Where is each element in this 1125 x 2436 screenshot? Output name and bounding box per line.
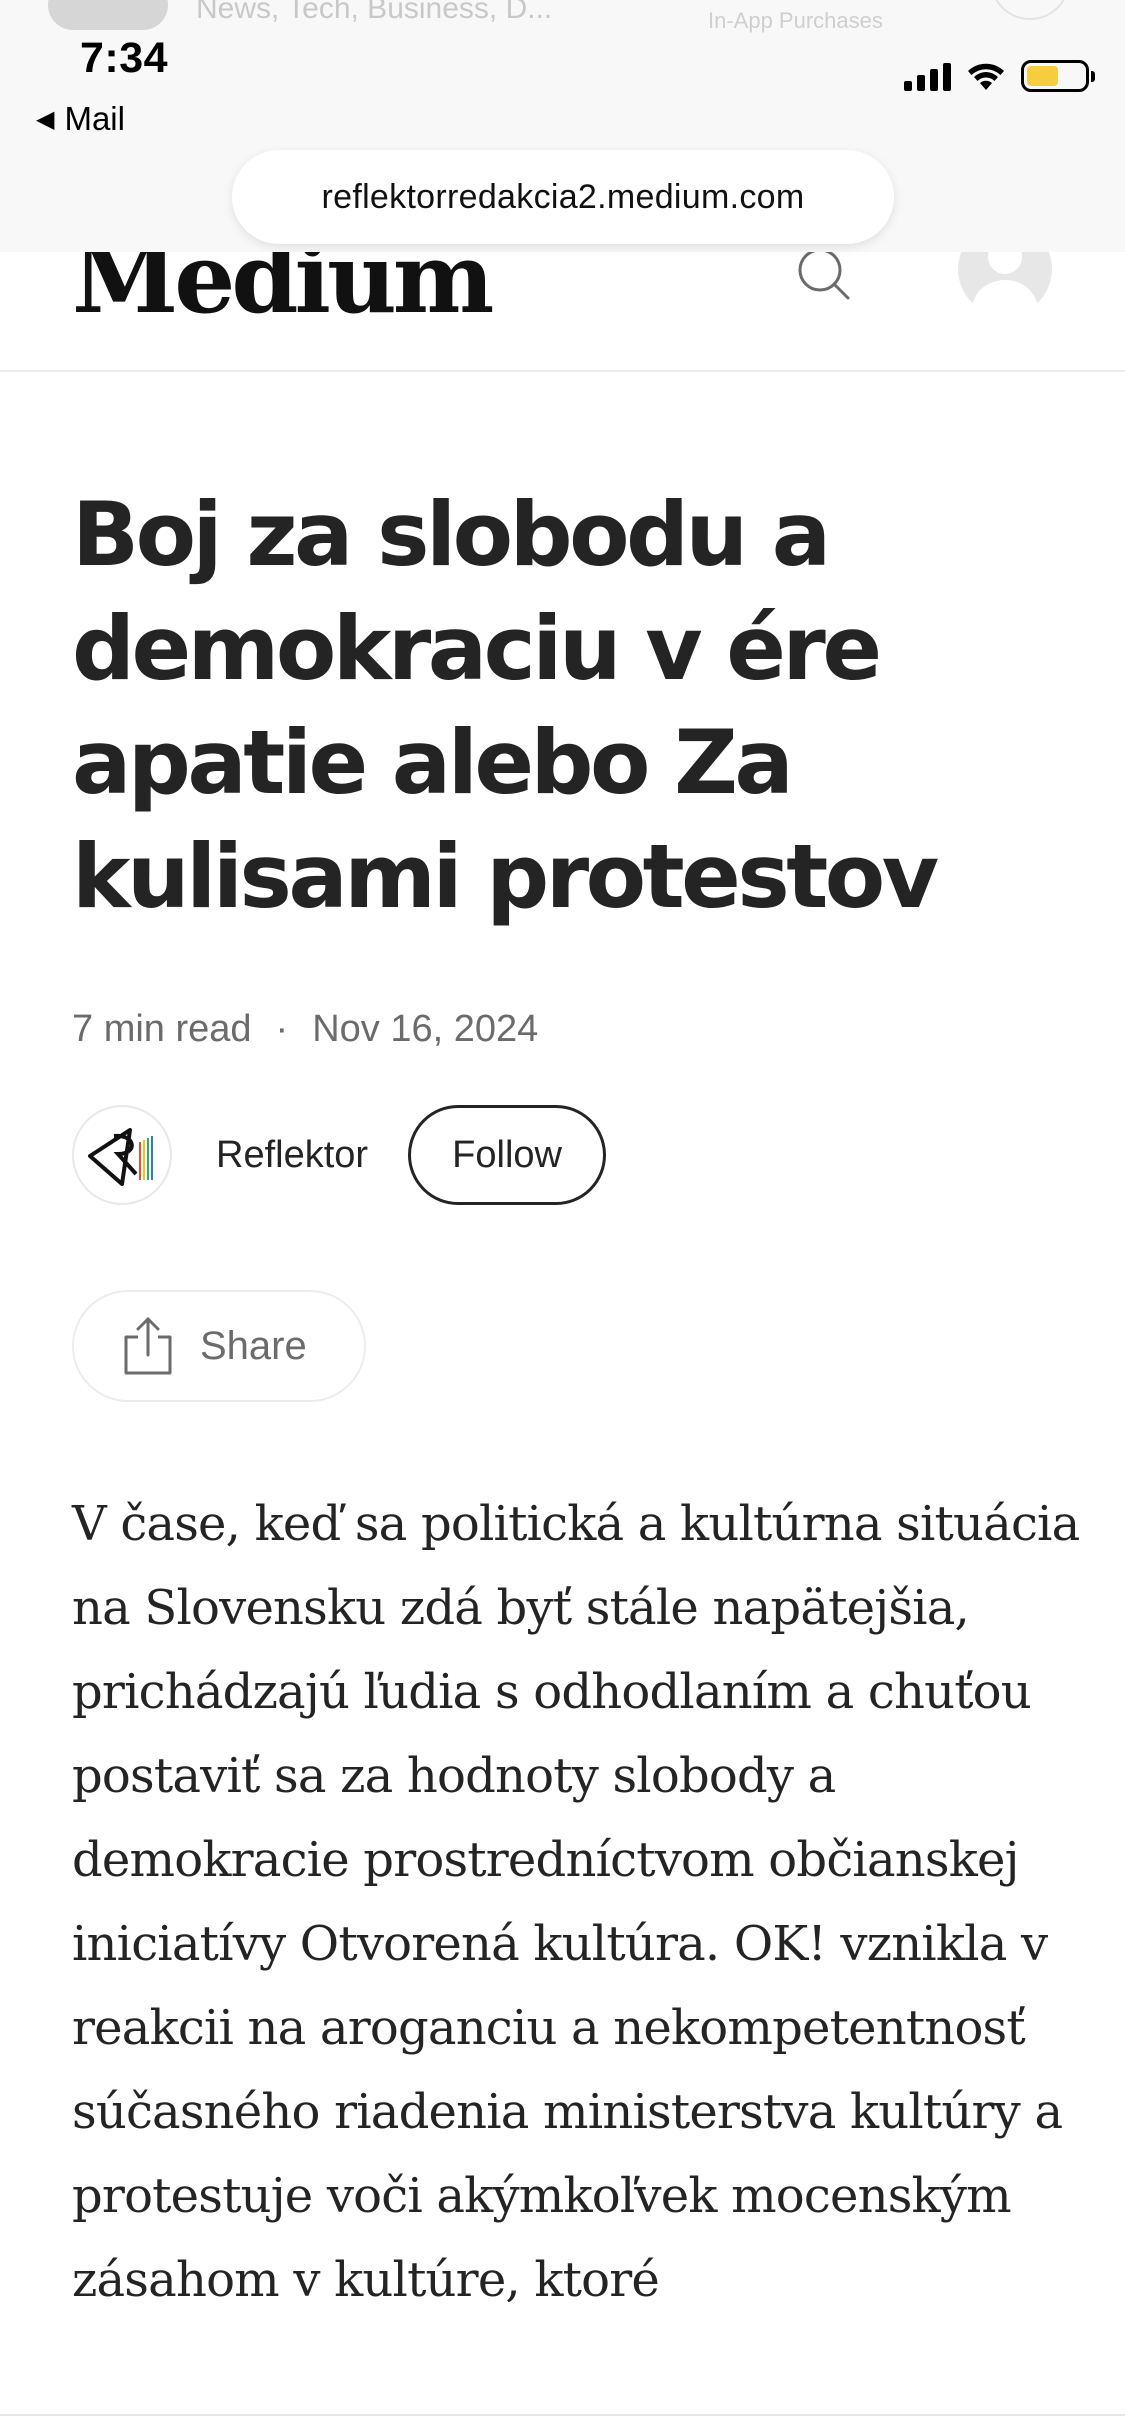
article-title: Boj za slobodu a demokraciu v ére apatie… xyxy=(72,483,939,928)
bottom-divider xyxy=(0,2414,1125,2416)
background-subtitle: News, Tech, Business, D... xyxy=(196,0,553,25)
battery-icon xyxy=(1021,60,1095,92)
medium-logo[interactable]: Medium xyxy=(72,252,494,335)
background-circle xyxy=(990,0,1070,20)
background-badge: In-App Purchases xyxy=(708,8,883,33)
article-body: V čase, keď sa politická a kultúrna situ… xyxy=(72,1496,1080,2308)
article-meta: 7 min read · Nov 16, 2024 xyxy=(72,1008,538,1051)
publish-date: Nov 16, 2024 xyxy=(312,1008,539,1050)
share-label: Share xyxy=(200,1323,307,1368)
meta-separator: · xyxy=(275,1008,289,1050)
status-icons xyxy=(904,60,1095,92)
battery-level xyxy=(1027,66,1058,86)
publication-logo-icon[interactable] xyxy=(72,1105,172,1205)
share-icon xyxy=(124,1317,172,1375)
address-bar[interactable]: reflektorredakcia2.medium.com xyxy=(232,150,894,244)
background-pill xyxy=(48,0,168,30)
user-avatar-icon[interactable] xyxy=(958,252,1052,316)
site-header: Medium xyxy=(0,252,1125,372)
author-row: Reflektor Follow xyxy=(72,1100,607,1210)
follow-button[interactable]: Follow xyxy=(408,1105,607,1205)
url-text: reflektorredakcia2.medium.com xyxy=(321,177,805,216)
back-to-mail-button[interactable]: ◀ Mail xyxy=(36,100,125,138)
wifi-icon xyxy=(968,63,1004,90)
share-button[interactable]: Share xyxy=(72,1290,366,1402)
background-app-peek: News, Tech, Business, D... In-App Purcha… xyxy=(0,0,1125,40)
author-name[interactable]: Reflektor xyxy=(216,1134,368,1177)
back-arrow-icon: ◀ xyxy=(36,105,55,133)
browser-top-bar: News, Tech, Business, D... In-App Purcha… xyxy=(0,0,1125,252)
cellular-signal-icon xyxy=(904,61,951,91)
read-time: 7 min read xyxy=(72,1008,252,1050)
status-time: 7:34 xyxy=(80,34,169,82)
back-app-label: Mail xyxy=(64,100,125,137)
search-icon[interactable] xyxy=(790,252,860,312)
reflektor-logo-icon xyxy=(88,1128,153,1186)
